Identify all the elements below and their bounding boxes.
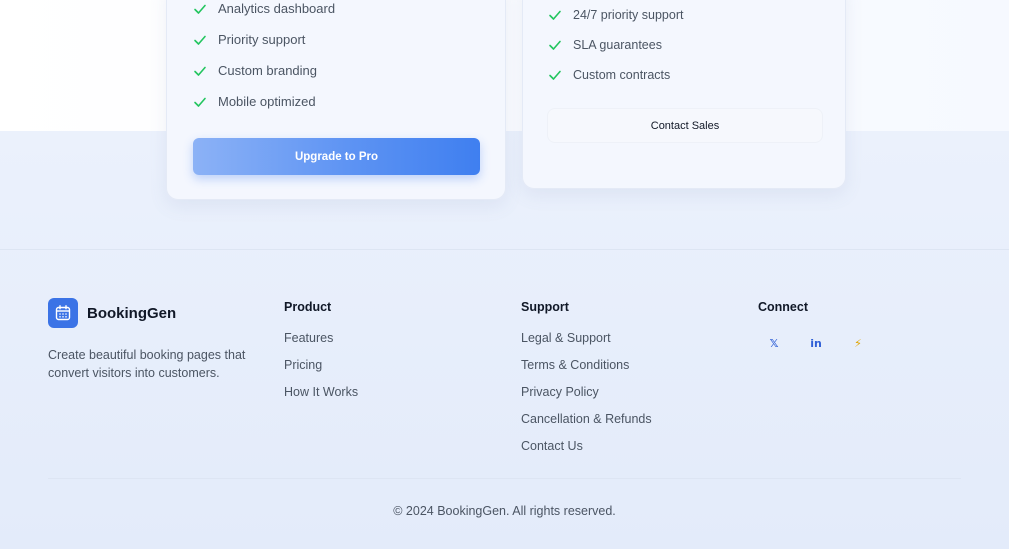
feature-item: Custom contracts — [548, 60, 683, 90]
x-twitter-icon[interactable]: 𝕏 — [758, 335, 790, 351]
footer-link-legal-support[interactable]: Legal & Support — [521, 331, 611, 345]
copyright-divider — [48, 478, 961, 479]
feature-label: Priority support — [218, 32, 306, 47]
check-icon — [548, 68, 562, 82]
check-icon — [193, 2, 207, 16]
check-icon — [548, 38, 562, 52]
footer-link-terms[interactable]: Terms & Conditions — [521, 358, 629, 372]
pricing-card-enterprise: 24/7 priority support SLA guarantees Cus… — [522, 0, 846, 189]
footer-link-privacy[interactable]: Privacy Policy — [521, 385, 599, 399]
feature-item: Priority support — [193, 24, 335, 55]
feature-label: SLA guarantees — [573, 38, 662, 52]
linkedin-icon[interactable]: in — [800, 335, 832, 351]
feature-label: Mobile optimized — [218, 94, 316, 109]
brand-name: BookingGen — [87, 304, 177, 322]
feature-label: 24/7 priority support — [573, 8, 684, 22]
footer-link-pricing[interactable]: Pricing — [284, 358, 322, 372]
feature-label: Custom contracts — [573, 68, 671, 82]
support-links: Legal & Support Terms & Conditions Priva… — [521, 329, 652, 464]
footer-brand[interactable]: BookingGen — [48, 298, 176, 328]
pricing-card-pro: Analytics dashboard Priority support Cus… — [166, 0, 506, 200]
enterprise-feature-list: 24/7 priority support SLA guarantees Cus… — [548, 0, 683, 90]
feature-label: Custom branding — [218, 63, 317, 78]
check-icon — [193, 64, 207, 78]
column-title: Product — [284, 300, 332, 314]
footer-link-contact[interactable]: Contact Us — [521, 439, 583, 453]
check-icon — [193, 95, 207, 109]
product-links: Features Pricing How It Works — [284, 329, 358, 410]
column-title: Support — [521, 300, 569, 314]
feature-item: 24/7 priority support — [548, 0, 683, 30]
footer-column-support: Support Legal & Support Terms & Conditio… — [521, 299, 652, 464]
calendar-icon — [48, 298, 78, 328]
check-icon — [193, 33, 207, 47]
feature-item: Mobile optimized — [193, 86, 335, 117]
upgrade-to-pro-button[interactable]: Upgrade to Pro — [193, 138, 480, 175]
footer-link-cancellation[interactable]: Cancellation & Refunds — [521, 412, 652, 426]
feature-item: Analytics dashboard — [193, 0, 335, 24]
brand-tagline: Create beautiful booking pages that conv… — [48, 348, 246, 380]
footer-link-features[interactable]: Features — [284, 331, 333, 345]
check-icon — [548, 8, 562, 22]
footer-divider — [0, 249, 1009, 250]
feature-label: Analytics dashboard — [218, 1, 336, 16]
feature-item: Custom branding — [193, 55, 335, 86]
footer-column-connect: Connect — [758, 299, 808, 315]
feature-item: SLA guarantees — [548, 30, 683, 60]
footer-column-product: Product Features Pricing How It Works — [284, 299, 358, 410]
contact-sales-button[interactable]: Contact Sales — [547, 108, 823, 143]
pro-feature-list: Analytics dashboard Priority support Cus… — [193, 0, 335, 117]
column-title: Connect — [758, 300, 808, 314]
social-links: 𝕏 in ⚡ — [758, 335, 884, 351]
lightning-icon[interactable]: ⚡ — [842, 335, 874, 351]
footer-link-how-it-works[interactable]: How It Works — [284, 385, 358, 399]
copyright-text: © 2024 BookingGen. All rights reserved. — [393, 504, 616, 518]
